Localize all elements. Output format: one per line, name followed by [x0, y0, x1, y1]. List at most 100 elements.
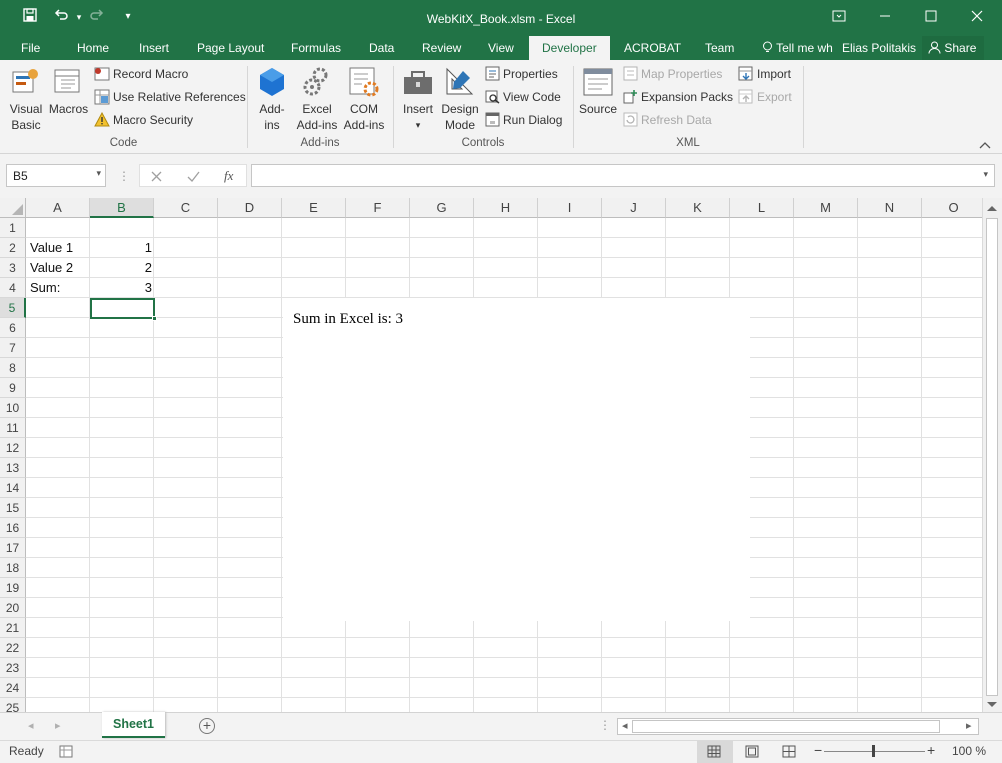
row-header-7[interactable]: 7: [0, 338, 26, 358]
horizontal-scrollbar[interactable]: ◂ ▸: [617, 718, 979, 735]
row-header-25[interactable]: 25: [0, 698, 26, 712]
sheet-tab-sheet1[interactable]: Sheet1: [102, 712, 165, 738]
share-button[interactable]: Share: [922, 36, 984, 60]
xml-source-icon: [583, 68, 613, 96]
select-all-button[interactable]: [0, 198, 26, 218]
column-header-m[interactable]: M: [794, 198, 858, 218]
horizontal-scroll-thumb[interactable]: [632, 720, 940, 733]
cell-b4[interactable]: 3: [90, 278, 152, 298]
row-header-22[interactable]: 22: [0, 638, 26, 658]
row-header-9[interactable]: 9: [0, 378, 26, 398]
selected-cell-b5[interactable]: [90, 298, 155, 319]
row-header-3[interactable]: 3: [0, 258, 26, 278]
row-header-18[interactable]: 18: [0, 558, 26, 578]
row-header-20[interactable]: 20: [0, 598, 26, 618]
tab-insert[interactable]: Insert: [139, 41, 169, 55]
column-header-g[interactable]: G: [410, 198, 474, 218]
name-box[interactable]: B5 ▾: [6, 164, 106, 187]
cell-b2[interactable]: 1: [90, 238, 152, 258]
normal-view-button[interactable]: [697, 741, 733, 763]
insert-function-icon[interactable]: fx: [224, 168, 233, 184]
ribbon-display-options-icon[interactable]: [816, 4, 862, 30]
scroll-down-icon[interactable]: [987, 702, 997, 708]
cell-a2[interactable]: Value 1: [30, 238, 73, 258]
zoom-slider-thumb[interactable]: [872, 745, 875, 757]
next-sheet-icon[interactable]: ▸: [55, 719, 61, 732]
prev-sheet-icon[interactable]: ◂: [28, 719, 34, 732]
row-header-10[interactable]: 10: [0, 398, 26, 418]
maximize-button[interactable]: [908, 4, 954, 30]
page-layout-view-icon[interactable]: [745, 745, 759, 758]
column-header-h[interactable]: H: [474, 198, 538, 218]
tab-split-grip-icon[interactable]: ⋮: [599, 718, 611, 732]
cell-a3[interactable]: Value 2: [30, 258, 73, 278]
tell-me-search[interactable]: Tell me wh: [762, 41, 833, 55]
vertical-scrollbar[interactable]: [982, 198, 1002, 712]
embedded-browser-control[interactable]: Sum in Excel is: 3: [283, 298, 750, 621]
row-header-24[interactable]: 24: [0, 678, 26, 698]
row-header-21[interactable]: 21: [0, 618, 26, 638]
fill-handle[interactable]: [152, 316, 157, 321]
row-header-16[interactable]: 16: [0, 518, 26, 538]
tab-view[interactable]: View: [488, 41, 514, 55]
column-header-a[interactable]: A: [26, 198, 90, 218]
row-header-17[interactable]: 17: [0, 538, 26, 558]
macro-recording-icon[interactable]: [59, 745, 73, 758]
new-sheet-button[interactable]: +: [199, 718, 215, 734]
column-header-j[interactable]: J: [602, 198, 666, 218]
column-header-i[interactable]: I: [538, 198, 602, 218]
row-header-6[interactable]: 6: [0, 318, 26, 338]
minimize-button[interactable]: [862, 4, 908, 30]
column-header-k[interactable]: K: [666, 198, 730, 218]
column-header-c[interactable]: C: [154, 198, 218, 218]
account-name[interactable]: Elias Politakis: [842, 41, 916, 55]
column-header-n[interactable]: N: [858, 198, 922, 218]
zoom-level[interactable]: 100 %: [952, 744, 986, 758]
row-header-23[interactable]: 23: [0, 658, 26, 678]
scroll-up-icon[interactable]: [987, 205, 997, 211]
row-header-14[interactable]: 14: [0, 478, 26, 498]
cell-b3[interactable]: 2: [90, 258, 152, 278]
collapse-ribbon-icon[interactable]: [979, 138, 993, 150]
formula-input[interactable]: ▾: [251, 164, 995, 187]
vertical-scroll-thumb[interactable]: [986, 218, 998, 696]
zoom-in-button[interactable]: +: [927, 742, 935, 758]
zoom-out-button[interactable]: −: [814, 742, 822, 758]
column-header-b[interactable]: B: [90, 198, 154, 218]
row-header-13[interactable]: 13: [0, 458, 26, 478]
tab-home[interactable]: Home: [77, 41, 109, 55]
tab-file[interactable]: File: [21, 41, 40, 55]
tab-review[interactable]: Review: [422, 41, 461, 55]
column-header-e[interactable]: E: [282, 198, 346, 218]
scroll-left-icon[interactable]: ◂: [622, 719, 628, 732]
tab-data[interactable]: Data: [369, 41, 394, 55]
expand-formula-bar-icon[interactable]: ▾: [983, 169, 988, 180]
page-break-view-icon[interactable]: [782, 745, 796, 758]
addins-label-1: Add-: [259, 102, 285, 116]
cancel-icon[interactable]: [151, 171, 162, 182]
row-header-5[interactable]: 5: [0, 298, 26, 318]
row-header-11[interactable]: 11: [0, 418, 26, 438]
row-header-19[interactable]: 19: [0, 578, 26, 598]
column-header-d[interactable]: D: [218, 198, 282, 218]
row-header-1[interactable]: 1: [0, 218, 26, 238]
row-header-2[interactable]: 2: [0, 238, 26, 258]
tab-page-layout[interactable]: Page Layout: [197, 41, 264, 55]
tab-team[interactable]: Team: [705, 41, 734, 55]
close-button[interactable]: [954, 4, 1000, 30]
tab-developer[interactable]: Developer: [529, 36, 610, 60]
tab-acrobat[interactable]: ACROBAT: [624, 41, 681, 55]
row-header-8[interactable]: 8: [0, 358, 26, 378]
row-header-4[interactable]: 4: [0, 278, 26, 298]
worksheet-grid[interactable]: ABCDEFGHIJKLMNO 1 2 3 4 5 6 7 8 9 10 11 12 13 14 15 16 1…: [0, 198, 982, 712]
enter-check-icon[interactable]: [187, 171, 200, 182]
row-header-12[interactable]: 12: [0, 438, 26, 458]
column-header-l[interactable]: L: [730, 198, 794, 218]
column-header-f[interactable]: F: [346, 198, 410, 218]
column-header-o[interactable]: O: [922, 198, 982, 218]
tab-formulas[interactable]: Formulas: [291, 41, 341, 55]
row-header-15[interactable]: 15: [0, 498, 26, 518]
cell-a4[interactable]: Sum:: [30, 278, 60, 298]
scroll-right-icon[interactable]: ▸: [966, 719, 972, 732]
name-box-dropdown-icon[interactable]: ▾: [96, 168, 101, 179]
